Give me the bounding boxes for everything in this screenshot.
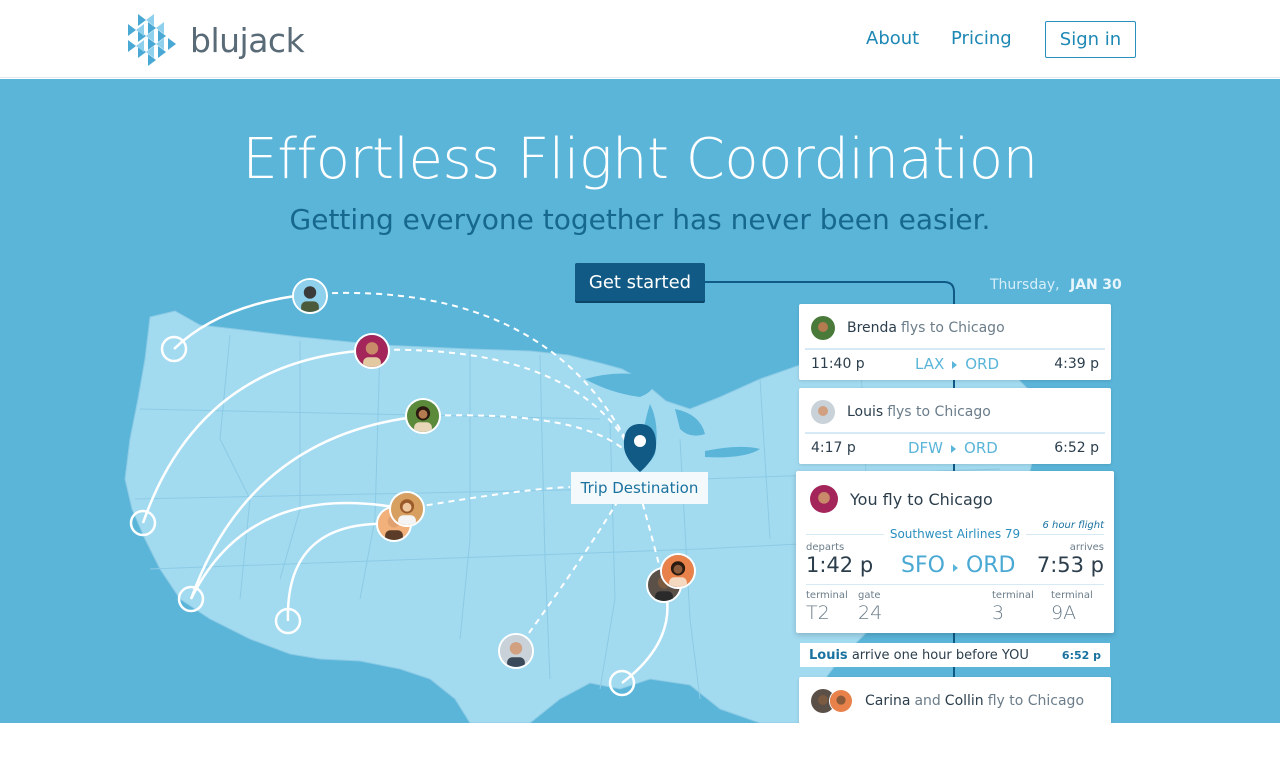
- group-name-1: Carina: [865, 693, 911, 709]
- timeline-month: JAN: [1070, 277, 1098, 293]
- flight-action: flys to Chicago: [901, 320, 1005, 336]
- origin-airport: DFW: [908, 439, 944, 457]
- avatar: [810, 485, 838, 513]
- arrow-icon: [951, 445, 957, 453]
- flight-card[interactable]: Brenda flys to Chicago 11:40 p LAX ORD 4:…: [799, 304, 1111, 380]
- airline-label: Southwest Airlines 79: [796, 527, 1114, 541]
- arrival-notice: Louis arrive one hour before YOU 6:52 p: [800, 643, 1110, 667]
- depart-time: 11:40 p: [811, 356, 865, 372]
- arrives-label: arrives: [1069, 542, 1104, 553]
- departure-gate: 24: [858, 602, 883, 624]
- timeline-date: Thursday, JAN 30: [990, 277, 1122, 293]
- flight-person-name: Louis: [847, 404, 884, 420]
- timeline-day: Thursday,: [990, 277, 1060, 293]
- my-flight-title: You fly to Chicago: [850, 489, 993, 509]
- logo-icon: [128, 14, 176, 66]
- arrow-icon: [952, 361, 958, 369]
- avatar: [811, 400, 835, 424]
- traveler-avatar[interactable]: [405, 398, 441, 434]
- my-flight-card[interactable]: You fly to Chicago 6 hour flight Southwe…: [796, 471, 1114, 633]
- traveler-avatar[interactable]: [389, 491, 425, 527]
- traveler-avatar[interactable]: [292, 278, 328, 314]
- origin-airport: SFO: [901, 553, 945, 578]
- timeline-day-number: 30: [1102, 277, 1122, 293]
- divider: [806, 584, 1104, 585]
- route: SFO ORD: [901, 553, 1015, 578]
- get-started-button[interactable]: Get started: [575, 263, 705, 301]
- hero-title: Effortless Flight Coordination: [242, 127, 1038, 192]
- arrival-terminal: 3: [992, 602, 1005, 624]
- brand-logo[interactable]: blujack: [128, 14, 305, 66]
- flight-person-name: Brenda: [847, 320, 898, 336]
- departure-terminal: T2: [806, 602, 830, 624]
- destination-airport: ORD: [965, 355, 1000, 373]
- flight-action: flys to Chicago: [887, 404, 991, 420]
- notice-time: 6:52 p: [1061, 648, 1101, 662]
- group-and: and: [914, 693, 941, 709]
- terminal-label: terminal: [1051, 590, 1093, 601]
- route: DFW ORD: [908, 439, 998, 457]
- avatar: [811, 316, 835, 340]
- arrive-time: 4:39 p: [1054, 356, 1099, 372]
- group-action: fly to Chicago: [987, 693, 1085, 709]
- hero-subtitle: Getting everyone together has never been…: [289, 203, 991, 236]
- depart-time: 4:17 p: [811, 440, 856, 456]
- group-name-2: Collin: [944, 693, 984, 709]
- arrival-gate: 9A: [1051, 602, 1077, 624]
- avatar: [829, 689, 853, 713]
- site-header: blujack About Pricing Sign in: [0, 0, 1280, 78]
- notice-name: Louis: [809, 647, 848, 663]
- arrow-icon: [952, 563, 958, 572]
- gate-label: gate: [858, 590, 881, 601]
- depart-time: 1:42 p: [806, 553, 874, 577]
- notice-text: arrive one hour before YOU: [851, 647, 1029, 663]
- arrive-time: 7:53 p: [1036, 553, 1104, 577]
- nav-pricing-link[interactable]: Pricing: [951, 28, 1012, 49]
- destination-airport: ORD: [964, 439, 998, 457]
- terminal-label: terminal: [806, 590, 848, 601]
- origin-airport: LAX: [915, 355, 945, 373]
- traveler-avatar[interactable]: [354, 333, 390, 369]
- trip-destination-label: Trip Destination: [571, 472, 708, 504]
- terminal-label: terminal: [992, 590, 1034, 601]
- nav-about-link[interactable]: About: [866, 28, 919, 49]
- departs-label: departs: [806, 542, 845, 553]
- hero-section: Effortless Flight Coordination Getting e…: [0, 79, 1280, 723]
- sign-in-button[interactable]: Sign in: [1045, 21, 1136, 58]
- arrive-time: 6:52 p: [1054, 440, 1099, 456]
- group-flight-card[interactable]: Carina and Collin fly to Chicago: [799, 677, 1111, 723]
- traveler-avatar[interactable]: [660, 553, 696, 589]
- destination-airport: ORD: [965, 553, 1016, 578]
- flight-card[interactable]: Louis flys to Chicago 4:17 p DFW ORD 6:52…: [799, 388, 1111, 464]
- brand-name: blujack: [190, 20, 305, 60]
- route: LAX ORD: [915, 355, 999, 373]
- traveler-avatar[interactable]: [498, 633, 534, 669]
